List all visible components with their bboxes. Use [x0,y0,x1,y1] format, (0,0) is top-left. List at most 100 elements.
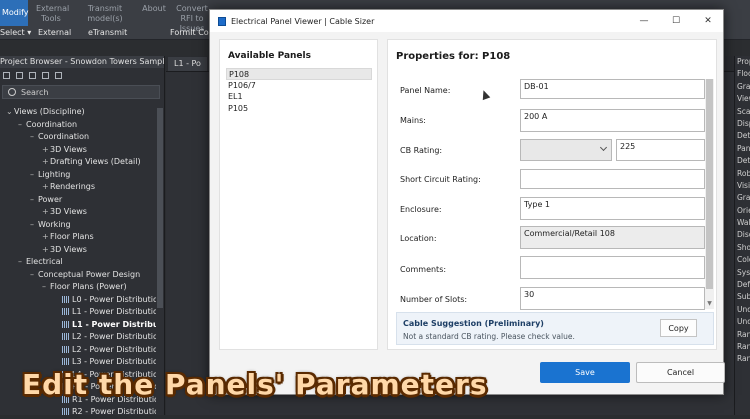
tree-toggle-icon[interactable]: ⌄ [6,106,14,119]
tree-toggle-icon[interactable]: + [42,244,50,257]
properties-scrollbar[interactable]: ▼ [705,79,714,309]
property-row[interactable]: Unde [735,304,750,316]
property-row[interactable]: Sub [735,291,750,303]
tree-item[interactable]: – Working [0,219,156,232]
tree-item[interactable]: +Floor Plans [0,231,156,244]
panel-name-field[interactable]: DB-01 [520,79,705,99]
tree-toggle-icon[interactable]: – [30,219,38,232]
tree-toggle-icon[interactable]: – [30,269,38,282]
tree-toggle-icon[interactable]: – [30,194,38,207]
project-browser-search[interactable]: Search [2,85,160,99]
tree-item[interactable]: +Drafting Views (Detail) [0,156,156,169]
tree-item[interactable]: +3D Views [0,244,156,257]
tree-item[interactable]: L1 - Power Distribution De [0,319,156,332]
tree-item[interactable]: +Renderings [0,181,156,194]
scroll-down-icon[interactable]: ▼ [706,300,713,307]
property-row[interactable]: Visib [735,180,750,192]
cancel-button[interactable]: Cancel [636,362,725,383]
property-row[interactable]: Rob [735,168,750,180]
tree-item[interactable]: – Floor Plans (Power) [0,281,156,294]
cb-rating-field[interactable]: 225 [616,139,705,161]
modify-tab[interactable]: Modify [0,0,29,26]
panel-list-item[interactable]: P105 [226,103,372,115]
panel-list-item[interactable]: P108 [226,68,372,80]
property-row[interactable]: Pan [735,143,750,155]
tree-item-label: Views (Discipline) [14,107,85,116]
property-row[interactable]: View [735,93,750,105]
property-row[interactable]: Syst [735,267,750,279]
property-row[interactable]: Deta [735,155,750,167]
tree-item[interactable]: – Lighting [0,169,156,182]
tree-item[interactable]: L3 - Power Distribution Desi [0,356,156,369]
property-row[interactable]: Defa [735,279,750,291]
copy-button[interactable]: Copy [660,319,697,337]
tree-item[interactable]: – Electrical [0,256,156,269]
property-row[interactable]: Ran [735,353,750,365]
property-row[interactable]: Ran [735,341,750,353]
panel-list-item[interactable]: P106/7 [226,80,372,92]
maximize-icon[interactable]: ☐ [660,10,692,32]
minimize-icon[interactable]: — [628,10,660,32]
scrollbar-thumb[interactable] [706,79,713,289]
tree-toggle-icon[interactable]: – [18,119,26,132]
tree-item[interactable]: ⌄Views (Discipline) [0,106,156,119]
collapse-icon[interactable] [3,71,10,79]
floor-plan-view-icon [62,333,69,340]
tree-item[interactable]: L0 - Power Distribution Desi [0,294,156,307]
tree-item[interactable]: R2 - Power Distribution Desi [0,406,156,419]
slots-field[interactable]: 30 [520,287,705,310]
property-row[interactable]: Orie [735,205,750,217]
floor-plan-view-icon [62,408,69,415]
filter-icon[interactable] [29,71,36,79]
property-row[interactable]: Grap [735,81,750,93]
tree-item[interactable]: L2 - Power Distribution Desi [0,331,156,344]
tree-toggle-icon[interactable]: + [42,206,50,219]
property-row[interactable]: Show [735,242,750,254]
ribbon-tab-external-tools[interactable]: External Tools [36,4,69,24]
short-circuit-field[interactable] [520,169,705,189]
expand-icon[interactable] [16,71,23,79]
ribbon-tab-transmit-models[interactable]: Transmit model(s) [74,4,136,24]
property-row[interactable]: Scal [735,106,750,118]
settings-icon[interactable] [42,71,49,79]
project-browser-scrollbar[interactable] [157,108,163,308]
tree-item[interactable]: – Coordination [0,119,156,132]
mains-field[interactable]: 200 A [520,109,705,132]
panel-list-item[interactable]: EL1 [226,91,372,103]
property-row[interactable]: Deta [735,130,750,142]
tree-toggle-icon[interactable]: – [18,256,26,269]
tree-toggle-icon[interactable]: + [42,231,50,244]
property-row[interactable]: Floo [735,68,750,80]
tree-toggle-icon[interactable]: – [42,281,50,294]
property-row[interactable]: Disp [735,118,750,130]
view-tab-l1[interactable]: L1 - Po [168,57,207,71]
tree-item[interactable]: – Coordination [0,131,156,144]
tree-toggle-icon[interactable]: + [42,144,50,157]
property-row[interactable]: Grap [735,192,750,204]
tree-toggle-icon[interactable]: + [42,181,50,194]
property-row[interactable]: Wal [735,217,750,229]
link-icon[interactable] [55,71,62,79]
tree-toggle-icon[interactable]: – [30,169,38,182]
tree-item[interactable]: L2 - Power Distribution Desi [0,344,156,357]
ribbon-panel-select[interactable]: Select ▾ [0,28,31,37]
dialog-titlebar[interactable]: Electrical Panel Viewer | Cable Sizer — … [210,10,723,32]
tree-toggle-icon[interactable]: – [30,131,38,144]
tree-toggle-icon[interactable]: + [42,156,50,169]
tree-item[interactable]: +3D Views [0,144,156,157]
comments-field[interactable] [520,256,705,279]
property-row[interactable]: Disc [735,229,750,241]
cb-rating-dropdown[interactable] [520,139,612,161]
enclosure-field[interactable]: Type 1 [520,197,705,220]
tree-item[interactable]: +3D Views [0,206,156,219]
property-row[interactable]: Unde [735,316,750,328]
close-icon[interactable]: ✕ [692,10,724,32]
property-row[interactable]: Ran [735,329,750,341]
tree-item[interactable]: L1 - Power Distribution Desi [0,306,156,319]
tree-item[interactable]: – Conceptual Power Design [0,269,156,282]
tree-item[interactable]: – Power [0,194,156,207]
property-row[interactable]: Colo [735,254,750,266]
save-button[interactable]: Save [540,362,630,383]
ribbon-tab-about[interactable]: About [140,4,168,14]
ribbon-panel-etransmit: eTransmit [88,28,128,37]
